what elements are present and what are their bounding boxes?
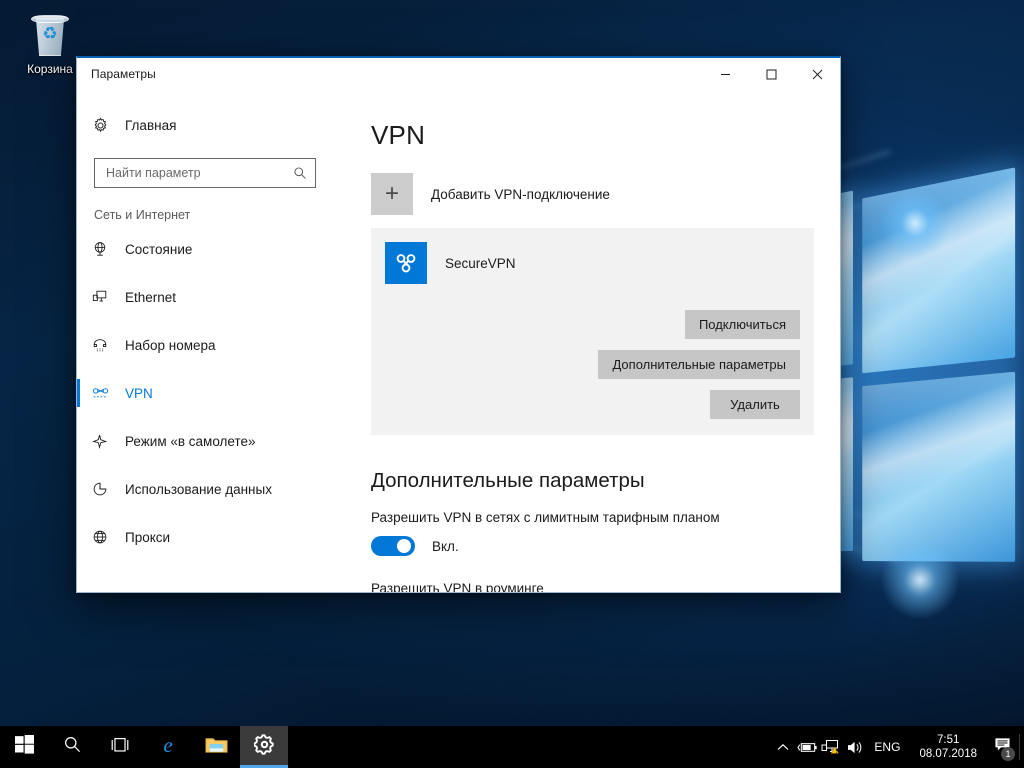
metered-vpn-state: Вкл. <box>432 538 459 554</box>
search-icon <box>293 166 307 180</box>
roaming-vpn-label: Разрешить VPN в роуминге <box>371 581 544 592</box>
vpn-icon <box>92 385 120 401</box>
vpn-connection-header: SecureVPN <box>385 242 800 284</box>
notification-badge: 1 <box>1001 747 1015 761</box>
sidebar-item-status[interactable]: Состояние <box>77 232 340 266</box>
settings-window: Параметры Главная Найти параметр Сеть и … <box>76 56 841 593</box>
advanced-options-button[interactable]: Дополнительные параметры <box>598 350 800 379</box>
proxy-globe-icon <box>92 529 120 545</box>
add-vpn-connection-row[interactable]: + Добавить VPN-подключение <box>371 172 814 216</box>
remove-button[interactable]: Удалить <box>710 390 800 419</box>
vpn-connection-card[interactable]: SecureVPN Подключиться Дополнительные па… <box>371 228 814 435</box>
search-button[interactable] <box>48 726 96 768</box>
taskbar: e ENG 7:51 08.07.2018 1 <box>0 726 1024 768</box>
start-button[interactable] <box>0 726 48 768</box>
airplane-icon <box>92 433 120 449</box>
data-usage-icon <box>92 481 120 497</box>
globe-status-icon <box>92 241 120 257</box>
vpn-connection-icon <box>385 242 427 284</box>
close-button[interactable] <box>794 58 840 90</box>
sidebar-item-data-usage[interactable]: Использование данных <box>77 472 340 506</box>
gear-icon <box>92 116 120 134</box>
sidebar-item-dialup[interactable]: Набор номера <box>77 328 340 362</box>
sidebar-item-label: Режим «в самолете» <box>125 433 256 449</box>
maximize-button[interactable] <box>748 58 794 90</box>
sidebar-home-label: Главная <box>125 117 177 133</box>
window-titlebar[interactable]: Параметры <box>77 58 840 90</box>
sidebar-search <box>77 142 340 188</box>
clock[interactable]: 7:51 08.07.2018 <box>909 726 987 768</box>
network-warning-icon[interactable] <box>819 726 843 768</box>
sidebar-item-label: Набор номера <box>125 337 216 353</box>
clock-date: 08.07.2018 <box>919 748 977 760</box>
sidebar: Главная Сеть и Интернет <box>77 90 340 592</box>
content-pane: VPN + Добавить VPN-подключение SecureVPN… <box>340 90 840 592</box>
metered-vpn-toggle[interactable] <box>371 536 415 556</box>
wallpaper-flare <box>880 540 960 620</box>
edge-icon: e <box>156 733 180 762</box>
ethernet-icon <box>92 289 120 305</box>
window-body: Главная Сеть и Интернет <box>77 90 840 592</box>
minimize-button[interactable] <box>702 58 748 90</box>
clock-time: 7:51 <box>937 734 960 746</box>
search-icon <box>63 735 82 759</box>
sidebar-group-title: Сеть и Интернет <box>94 208 191 222</box>
advanced-section-title: Дополнительные параметры <box>371 469 645 492</box>
metered-vpn-row: Вкл. <box>371 536 814 556</box>
page-title: VPN <box>371 120 426 150</box>
add-vpn-connection-label: Добавить VPN-подключение <box>431 186 610 202</box>
plus-icon: + <box>371 173 413 215</box>
folder-icon <box>204 735 228 760</box>
recycle-bin-icon: ♻ <box>26 12 74 58</box>
settings-taskbar-button[interactable] <box>240 726 288 768</box>
edge-button[interactable]: e <box>144 726 192 768</box>
sidebar-item-label: Состояние <box>125 241 193 257</box>
sidebar-item-ethernet[interactable]: Ethernet <box>77 280 340 314</box>
battery-charging-icon[interactable] <box>795 726 819 768</box>
sidebar-item-label: Использование данных <box>125 481 272 497</box>
sidebar-item-proxy[interactable]: Прокси <box>77 520 340 554</box>
sidebar-item-label: Ethernet <box>125 289 177 305</box>
sidebar-item-label: Прокси <box>125 529 171 545</box>
language-indicator[interactable]: ENG <box>867 726 909 768</box>
task-view-icon <box>109 736 131 759</box>
metered-vpn-label: Разрешить VPN в сетях с лимитным тарифны… <box>371 510 720 525</box>
vpn-action-buttons: Подключиться Дополнительные параметры Уд… <box>385 310 800 419</box>
vpn-connection-name: SecureVPN <box>445 255 516 271</box>
search-input[interactable] <box>106 166 293 180</box>
file-explorer-button[interactable] <box>192 726 240 768</box>
dialup-icon <box>92 337 120 353</box>
sidebar-item-vpn[interactable]: VPN <box>77 376 340 410</box>
system-tray: ENG 7:51 08.07.2018 1 <box>771 726 1024 768</box>
tray-divider <box>1019 734 1020 760</box>
window-controls <box>702 58 840 90</box>
speaker-icon[interactable] <box>843 726 867 768</box>
sidebar-item-home[interactable]: Главная <box>77 108 340 142</box>
connect-button[interactable]: Подключиться <box>684 310 800 339</box>
sidebar-item-label: VPN <box>125 385 153 401</box>
search-box[interactable] <box>94 158 316 188</box>
desktop: ♻ Корзина Параметры Главная Найти параме… <box>0 0 1024 768</box>
wallpaper-flare <box>880 188 950 258</box>
window-title: Параметры <box>91 67 156 81</box>
task-view-button[interactable] <box>96 726 144 768</box>
svg-text:e: e <box>163 733 172 757</box>
chevron-up-icon[interactable] <box>771 726 795 768</box>
toggle-knob <box>397 539 411 553</box>
action-center-button[interactable]: 1 <box>987 726 1017 768</box>
windows-logo-icon <box>14 735 34 759</box>
sidebar-item-airplane-mode[interactable]: Режим «в самолете» <box>77 424 340 458</box>
gear-icon <box>252 734 275 760</box>
